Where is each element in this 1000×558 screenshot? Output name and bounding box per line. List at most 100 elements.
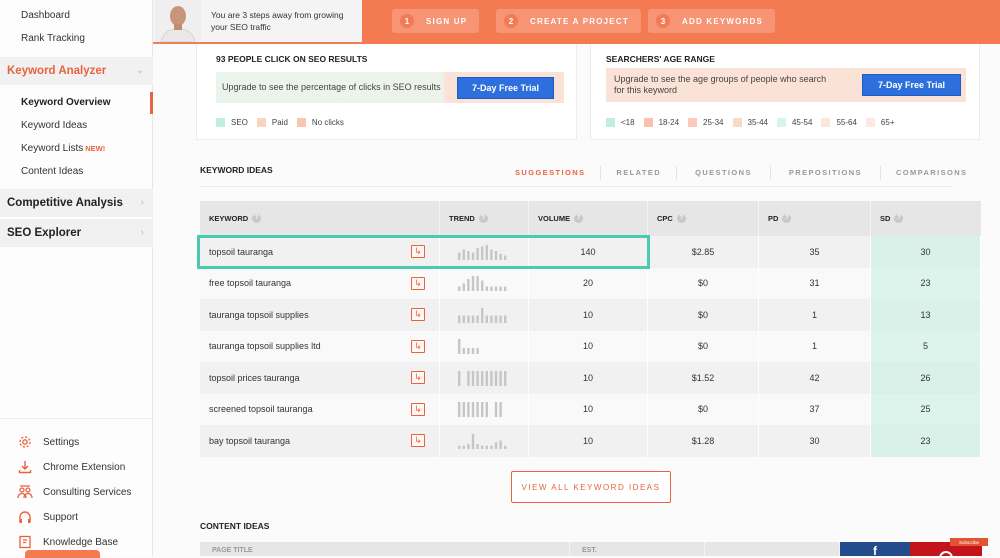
help-icon[interactable]: ?	[676, 214, 686, 223]
table-row[interactable]: topsoil prices tauranga ↳ 10 $1.52 42 26	[200, 362, 981, 394]
column-header-trend[interactable]: TREND?	[440, 201, 529, 236]
sidebar-item-knowledge-base[interactable]: Knowledge Base	[17, 533, 118, 551]
tab-prepositions[interactable]: PREPOSITIONS	[769, 166, 880, 180]
open-keyword-icon[interactable]: ↳	[411, 339, 425, 353]
open-keyword-icon[interactable]: ↳	[411, 245, 425, 258]
legend-swatch	[256, 118, 266, 127]
trend-bar	[499, 286, 502, 292]
sidebar-item-keyword-lists[interactable]: Keyword Lists NEW!	[21, 143, 105, 154]
keyword-text: topsoil tauranga	[209, 246, 274, 257]
sidebar-item-support[interactable]: Support	[17, 508, 78, 526]
sidebar-item-content-ideas[interactable]: Content Ideas	[21, 166, 83, 177]
table-row[interactable]: free topsoil tauranga ↳ 20 $0 31 23	[200, 267, 981, 299]
gear-icon	[17, 434, 33, 450]
keyword-cell[interactable]: screened topsoil tauranga ↳	[200, 393, 440, 425]
help-icon[interactable]: ?	[478, 214, 488, 223]
keyword-cell[interactable]: bay topsoil tauranga ↳	[200, 425, 440, 457]
trend-bar	[467, 348, 470, 355]
sidebar-item-chrome-extension[interactable]: Chrome Extension	[17, 458, 125, 476]
legend-swatch	[643, 118, 653, 127]
column-header-pd[interactable]: PD?	[759, 201, 871, 236]
sd-cell: 23	[871, 425, 981, 457]
column-header-est[interactable]: EST.	[570, 542, 705, 556]
sidebar-item-keyword-ideas[interactable]: Keyword Ideas	[21, 120, 87, 131]
trend-sparkline	[458, 402, 502, 418]
active-indicator	[150, 92, 153, 114]
sidebar-cta-button[interactable]	[25, 550, 100, 558]
sidebar-section-seo-explorer[interactable]: SEO Explorer ›	[0, 219, 153, 247]
chart-legend: SEO Paid No clicks	[216, 118, 353, 127]
book-icon	[17, 534, 33, 550]
trend-bar	[462, 402, 465, 418]
sidebar-item-keyword-overview[interactable]: Keyword Overview	[21, 97, 110, 108]
keyword-text: bay topsoil tauranga	[209, 435, 291, 446]
help-icon[interactable]: ?	[894, 214, 904, 223]
keyword-cell[interactable]: tauranga topsoil supplies ↳	[200, 299, 440, 331]
table-row[interactable]: screened topsoil tauranga ↳ 10 $0 37 25	[200, 393, 981, 425]
card-title: SEARCHERS' AGE RANGE	[606, 54, 715, 64]
open-keyword-icon[interactable]: ↳	[411, 308, 425, 321]
table-row[interactable]: tauranga topsoil supplies ↳ 10 $0 1 13	[200, 299, 981, 331]
free-trial-button[interactable]: 7-Day Free Trial	[862, 74, 961, 96]
open-keyword-icon[interactable]: ↳	[411, 402, 425, 416]
trend-bar	[494, 402, 498, 418]
tab-suggestions[interactable]: SUGGESTIONS	[500, 166, 600, 180]
step-add-keywords-button[interactable]: 3 ADD KEYWORDS	[648, 9, 776, 33]
keyword-cell[interactable]: free topsoil tauranga ↳	[200, 267, 440, 299]
sd-cell: 30	[871, 236, 981, 268]
keyword-cell[interactable]: tauranga topsoil supplies ltd ↳	[200, 330, 440, 362]
trend-bar	[476, 402, 479, 418]
pd-cell: 31	[759, 267, 871, 299]
table-row[interactable]: tauranga topsoil supplies ltd ↳ 10 $0 1 5	[200, 330, 981, 362]
trend-bar	[490, 249, 493, 260]
sidebar-item-consulting-services[interactable]: Consulting Services	[17, 483, 131, 501]
view-all-keyword-ideas-button[interactable]: VIEW ALL KEYWORD IDEAS	[511, 471, 671, 503]
trend-cell	[440, 425, 529, 457]
free-trial-button[interactable]: 7-Day Free Trial	[457, 77, 554, 99]
volume-cell: 10	[529, 299, 648, 331]
legend-label: 35-44	[747, 118, 768, 127]
legend-item: 65+	[865, 118, 895, 127]
sidebar: Dashboard Rank Tracking Keyword Analyzer…	[0, 0, 153, 558]
tab-comparisons[interactable]: COMPARISONS	[879, 166, 983, 180]
open-keyword-icon[interactable]: ↳	[411, 276, 425, 290]
sidebar-section-keyword-analyzer[interactable]: Keyword Analyzer ⌄	[0, 57, 153, 85]
table-row[interactable]: topsoil tauranga ↳ 140 $2.85 35 30	[200, 236, 981, 268]
column-header-sd[interactable]: SD?	[871, 201, 981, 236]
legend-item-seo: SEO	[216, 118, 248, 127]
section-label: Competitive Analysis	[7, 197, 123, 209]
keyword-cell[interactable]: topsoil prices tauranga ↳	[200, 362, 440, 394]
column-header-volume[interactable]: VOLUME?	[529, 201, 648, 236]
step-number: 2	[504, 14, 518, 28]
trend-bar	[471, 433, 475, 449]
help-icon[interactable]: ?	[574, 214, 584, 223]
help-icon[interactable]: ?	[252, 214, 262, 223]
trend-bar	[471, 402, 475, 418]
tab-related[interactable]: RELATED	[600, 166, 676, 180]
trend-bar	[499, 402, 502, 418]
legend-item: <18	[606, 118, 635, 127]
tab-questions[interactable]: QUESTIONS	[676, 166, 770, 180]
step-sign-up-button[interactable]: 1 SIGN UP	[392, 9, 480, 33]
sidebar-item-settings[interactable]: Settings	[17, 433, 79, 451]
item-label: Support	[43, 511, 79, 523]
sidebar-section-competitive-analysis[interactable]: Competitive Analysis ›	[0, 189, 153, 217]
table-row[interactable]: bay topsoil tauranga ↳ 10 $1.28 30 23	[200, 425, 981, 457]
column-header-cpc[interactable]: CPC?	[648, 201, 759, 236]
column-header-page-title[interactable]: PAGE TITLE	[200, 542, 570, 556]
column-header-keyword[interactable]: KEYWORD?	[200, 201, 440, 236]
column-header-backlinks[interactable]: BACKLINKS	[705, 542, 840, 556]
trend-bar	[481, 402, 484, 418]
sidebar-item-rank-tracking[interactable]: Rank Tracking	[21, 33, 85, 44]
item-label: Chrome Extension	[43, 461, 126, 473]
volume-cell: 10	[529, 330, 648, 362]
subscribe-button[interactable]: Subscribe	[950, 538, 988, 546]
open-keyword-icon[interactable]: ↳	[411, 434, 425, 447]
step-create-project-button[interactable]: 2 CREATE A PROJECT	[496, 9, 641, 33]
open-keyword-icon[interactable]: ↳	[411, 371, 425, 384]
help-icon[interactable]: ?	[782, 214, 792, 223]
sidebar-item-dashboard[interactable]: Dashboard	[21, 10, 70, 21]
facebook-share-button[interactable]: f	[840, 542, 910, 556]
cpc-cell: $0	[648, 299, 759, 331]
keyword-cell[interactable]: topsoil tauranga ↳	[200, 236, 440, 268]
